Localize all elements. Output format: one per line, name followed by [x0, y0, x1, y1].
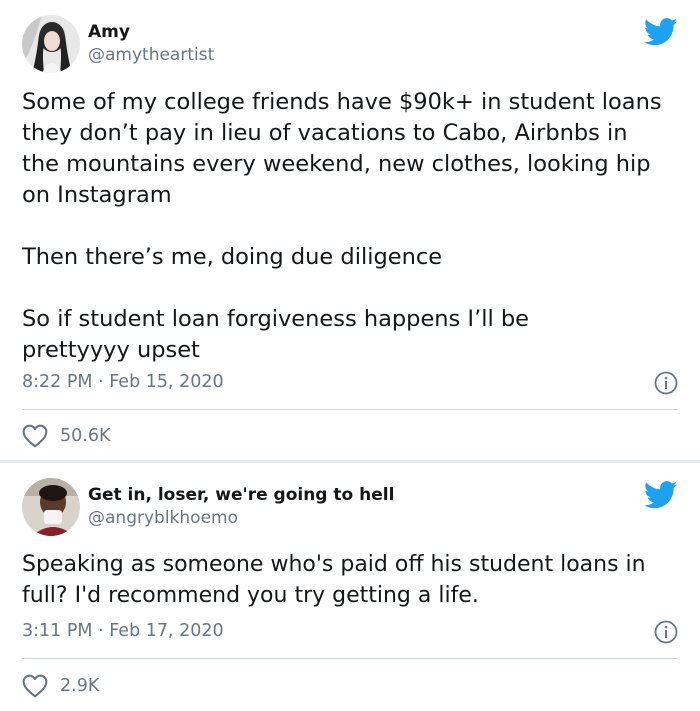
- tweet-paragraph: So if student loan forgiveness happens I…: [22, 306, 529, 363]
- tweet-paragraph: Speaking as someone who's paid off his s…: [22, 552, 646, 608]
- tweet-text: Speaking as someone who's paid off his s…: [22, 549, 682, 611]
- like-action[interactable]: 50.6K: [22, 423, 110, 449]
- heart-icon[interactable]: [22, 424, 48, 448]
- info-icon[interactable]: [654, 371, 678, 395]
- tweet-timestamp[interactable]: 3:11 PM · Feb 17, 2020: [22, 621, 224, 641]
- tweet-card: Amy @amytheartist Some of my college fri…: [0, 0, 700, 460]
- like-count: 2.9K: [60, 676, 100, 696]
- divider: [22, 658, 678, 659]
- tweet-paragraph: Some of my college friends have $90k+ in…: [22, 89, 662, 208]
- tweet-text: Some of my college friends have $90k+ in…: [22, 87, 682, 366]
- user-handle[interactable]: @amytheartist: [88, 45, 214, 65]
- display-name[interactable]: Get in, loser, we're going to hell: [88, 485, 394, 505]
- like-action[interactable]: 2.9K: [22, 673, 99, 699]
- twitter-bird-icon[interactable]: [644, 18, 678, 46]
- info-icon[interactable]: [654, 620, 678, 644]
- tweet-card: Get in, loser, we're going to hell @angr…: [0, 463, 700, 711]
- user-handle[interactable]: @angryblkhoemo: [88, 508, 238, 528]
- tweet-paragraph: Then there’s me, doing due diligence: [22, 244, 443, 270]
- heart-icon[interactable]: [22, 674, 48, 698]
- tweet-timestamp[interactable]: 8:22 PM · Feb 15, 2020: [22, 372, 224, 392]
- avatar[interactable]: [22, 15, 80, 73]
- like-count: 50.6K: [60, 426, 111, 446]
- display-name[interactable]: Amy: [88, 22, 130, 42]
- avatar[interactable]: [22, 478, 80, 536]
- twitter-bird-icon[interactable]: [644, 481, 678, 509]
- divider: [22, 409, 678, 410]
